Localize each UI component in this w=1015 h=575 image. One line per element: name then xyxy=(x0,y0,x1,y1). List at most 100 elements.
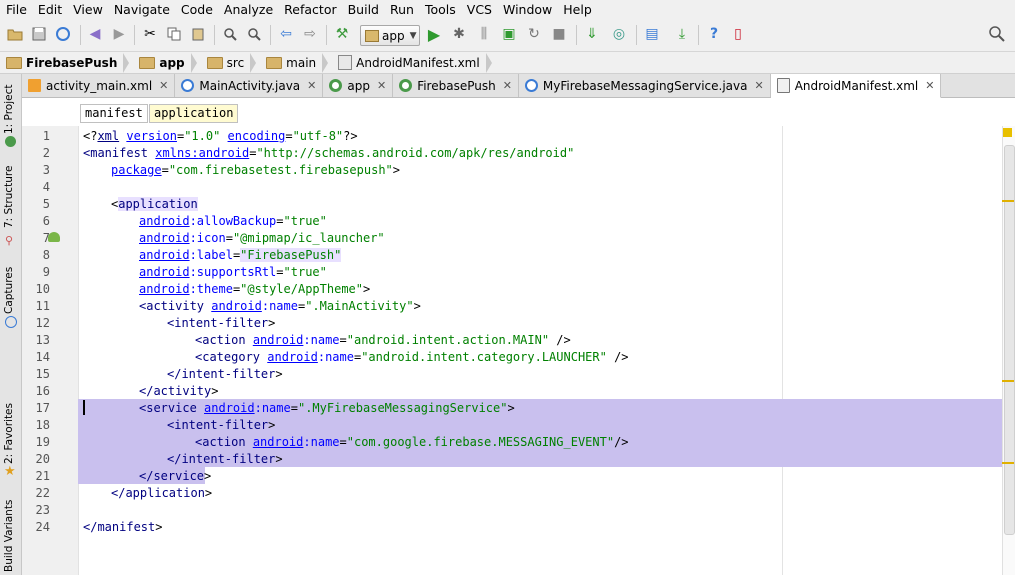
tool-window-project[interactable]: 1: Project xyxy=(3,85,15,134)
close-icon[interactable]: ✕ xyxy=(925,79,934,92)
main-toolbar: ◀ ▶ ✂ ⇦ ⇨ ⚒ app ▼ ▶ ✱ ⫼ ▣ ↻ ■ ⇓ ◎ ▤ ⤓ ? … xyxy=(0,19,1015,52)
tool-window-favorites[interactable]: 2: Favorites xyxy=(3,403,15,464)
toolbar-separator xyxy=(326,25,327,45)
menu-window[interactable]: Window xyxy=(497,0,557,19)
code-line-11: <activity android:name=".MainActivity"> xyxy=(139,299,421,313)
toolbar-separator xyxy=(698,25,699,45)
tool-window-build-variants[interactable]: Build Variants xyxy=(3,500,15,572)
forward-icon[interactable]: ⇨ xyxy=(301,25,319,43)
menu-code[interactable]: Code xyxy=(175,0,218,19)
tab-firebasepush[interactable]: FirebasePush ✕ xyxy=(393,74,519,97)
sdk-icon[interactable]: ⤓ xyxy=(673,25,691,43)
line-number: 14 xyxy=(35,350,50,364)
run-configuration-select[interactable]: app ▼ xyxy=(360,25,420,46)
menu-build[interactable]: Build xyxy=(342,0,384,19)
close-icon[interactable]: ✕ xyxy=(307,79,316,92)
code-line-18: <intent-filter> xyxy=(167,418,276,432)
line-number: 10 xyxy=(35,282,50,296)
code-line-3: package="com.firebasetest.firebasepush"> xyxy=(111,163,401,177)
device-icon[interactable]: ▯ xyxy=(729,25,747,43)
menu-vcs[interactable]: VCS xyxy=(461,0,497,19)
breadcrumb-separator xyxy=(322,52,329,73)
toolbar-separator xyxy=(270,25,271,45)
breadcrumb-item-project[interactable]: FirebasePush xyxy=(0,52,133,73)
tab-myfirebasemessagingservice-java[interactable]: MyFirebaseMessagingService.java ✕ xyxy=(519,74,771,97)
warning-status-icon[interactable] xyxy=(1003,128,1012,137)
close-icon[interactable]: ✕ xyxy=(377,79,386,92)
tab-activity-main-xml[interactable]: activity_main.xml ✕ xyxy=(22,74,176,97)
line-number: 4 xyxy=(42,180,50,194)
menu-analyze[interactable]: Analyze xyxy=(218,0,278,19)
xml-crumb-manifest[interactable]: manifest xyxy=(80,104,148,123)
menu-view[interactable]: View xyxy=(67,0,108,19)
profile-icon[interactable]: ▣ xyxy=(500,25,518,43)
menu-edit[interactable]: Edit xyxy=(32,0,67,19)
project-structure-icon[interactable]: ▤ xyxy=(643,25,661,43)
copy-icon[interactable] xyxy=(165,25,183,43)
undo-icon[interactable]: ◀ xyxy=(86,25,104,43)
menu-navigate[interactable]: Navigate xyxy=(108,0,175,19)
breadcrumb-item-src[interactable]: src xyxy=(201,52,261,73)
xml-crumb-application[interactable]: application xyxy=(149,104,239,123)
code-line-1: <?xml version="1.0" encoding="utf-8"?> xyxy=(83,129,358,143)
tool-window-structure[interactable]: 7: Structure xyxy=(3,166,15,228)
line-number: 1 xyxy=(42,129,50,143)
make-icon[interactable]: ⚒ xyxy=(333,25,351,43)
save-icon[interactable] xyxy=(30,25,48,43)
close-icon[interactable]: ✕ xyxy=(503,79,512,92)
code-line-8: android:label="FirebasePush" xyxy=(139,248,342,262)
menu-help[interactable]: Help xyxy=(557,0,597,19)
editor-gutter: 1 2 3 4 5 6 7 8 9 10 11 12 13 14 15 16 1… xyxy=(22,126,101,575)
warning-marker[interactable] xyxy=(1002,200,1014,202)
close-icon[interactable]: ✕ xyxy=(754,79,763,92)
scrollbar-thumb[interactable] xyxy=(1004,145,1015,535)
rerun-icon[interactable]: ↻ xyxy=(525,25,543,43)
line-number: 6 xyxy=(42,214,50,228)
line-number: 3 xyxy=(42,163,50,177)
paste-icon[interactable] xyxy=(189,25,207,43)
code-line-14: <category android:name="android.intent.c… xyxy=(195,350,629,364)
code-line-24: </manifest> xyxy=(83,520,163,534)
menu-run[interactable]: Run xyxy=(384,0,419,19)
tool-window-captures[interactable]: Captures xyxy=(3,267,15,314)
attach-icon[interactable]: ⫼ xyxy=(475,25,493,43)
avd-icon[interactable]: ◎ xyxy=(610,25,628,43)
text-caret xyxy=(83,400,85,415)
redo-icon[interactable]: ▶ xyxy=(110,25,128,43)
menu-bar: File Edit View Navigate Code Analyze Ref… xyxy=(0,0,1015,19)
android-launcher-icon[interactable] xyxy=(48,232,60,242)
menu-file[interactable]: File xyxy=(0,0,32,19)
structure-icon: ⚲ xyxy=(5,234,14,247)
back-icon[interactable]: ⇦ xyxy=(277,25,295,43)
replace-icon[interactable] xyxy=(245,25,263,43)
breadcrumb-item-file[interactable]: AndroidManifest.xml xyxy=(332,52,496,73)
close-icon[interactable]: ✕ xyxy=(159,79,168,92)
editor-tabs: activity_main.xml ✕ MainActivity.java ✕ ap… xyxy=(22,74,1015,98)
tab-mainactivity-java[interactable]: MainActivity.java ✕ xyxy=(175,74,324,97)
warning-marker[interactable] xyxy=(1002,462,1014,464)
gradle-sync-icon[interactable]: ⇓ xyxy=(583,25,601,43)
code-line-13: <action android:name="android.intent.act… xyxy=(195,333,571,347)
stop-icon[interactable]: ■ xyxy=(550,25,568,43)
sync-icon[interactable] xyxy=(54,25,72,43)
run-icon[interactable]: ▶ xyxy=(425,25,443,44)
debug-icon[interactable]: ✱ xyxy=(450,25,468,43)
help-icon[interactable]: ? xyxy=(705,25,723,43)
open-icon[interactable] xyxy=(6,25,24,43)
breadcrumb-separator xyxy=(190,52,197,73)
tab-app[interactable]: app ✕ xyxy=(323,74,394,97)
menu-tools[interactable]: Tools xyxy=(419,0,461,19)
menu-refactor[interactable]: Refactor xyxy=(278,0,341,19)
find-icon[interactable] xyxy=(221,25,239,43)
code-line-20: </intent-filter> xyxy=(167,452,283,466)
breadcrumb-item-app[interactable]: app xyxy=(133,52,200,73)
breadcrumb-separator xyxy=(250,52,257,73)
xml-breadcrumb-bar: manifest application xyxy=(22,98,1015,126)
breadcrumb-item-main[interactable]: main xyxy=(260,52,332,73)
tab-androidmanifest-xml[interactable]: AndroidManifest.xml ✕ xyxy=(770,74,942,98)
cut-icon[interactable]: ✂ xyxy=(141,25,159,43)
search-icon[interactable] xyxy=(988,25,1006,43)
line-number: 24 xyxy=(35,520,50,534)
folder-icon xyxy=(266,56,283,69)
warning-marker[interactable] xyxy=(1002,380,1014,382)
